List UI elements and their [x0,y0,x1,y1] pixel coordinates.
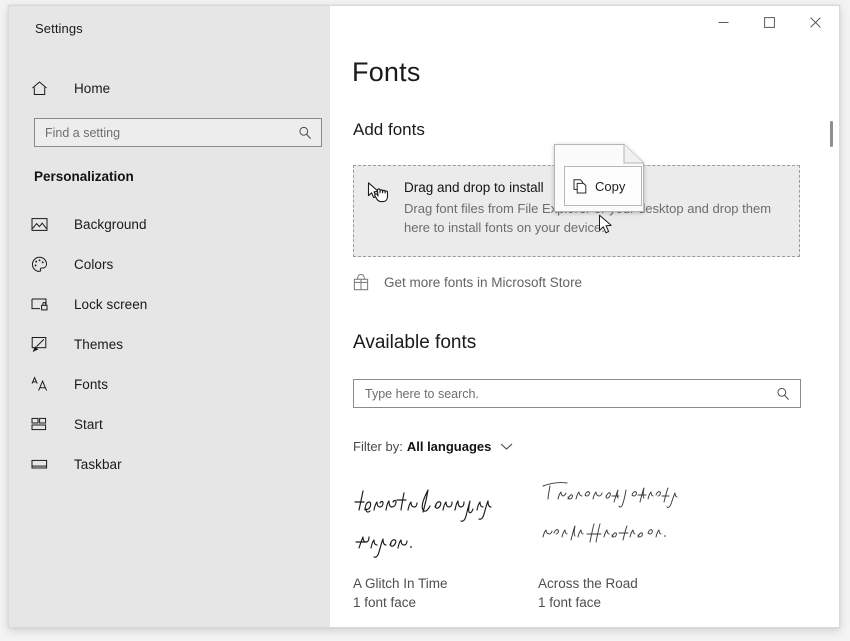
sidebar-item-fonts-label: Fonts [74,376,109,392]
home-icon [31,80,57,97]
search-icon[interactable] [298,126,312,140]
sidebar-item-background[interactable]: Background [9,204,330,244]
sidebar-category-label: Personalization [34,169,134,184]
font-card[interactable]: Across the Road 1 font face [538,474,723,612]
font-preview-sample [353,474,538,574]
filter-by-control[interactable]: Filter by: All languages [353,439,513,454]
content-pane: Fonts Add fonts Drag and drop to install… [330,6,839,627]
sidebar-item-colors-label: Colors [74,256,114,272]
start-tiles-icon [31,417,57,432]
window-controls [700,6,839,38]
font-card-faces: 1 font face [538,595,602,610]
available-fonts-heading: Available fonts [353,332,477,353]
minimize-button[interactable] [700,6,746,38]
sidebar-item-lock-screen-label: Lock screen [74,296,148,312]
store-link-label: Get more fonts in Microsoft Store [384,275,583,290]
font-icon [31,375,57,393]
sidebar-item-themes[interactable]: Themes [9,324,330,364]
sidebar-item-start[interactable]: Start [9,404,330,444]
sidebar-item-background-label: Background [74,216,147,232]
filter-by-value: All languages [406,439,492,454]
sidebar-item-taskbar-label: Taskbar [74,456,122,472]
scrollbar-thumb[interactable] [830,121,833,147]
sidebar-item-fonts[interactable]: Fonts [9,364,330,404]
font-preview-sample [538,474,723,574]
app-title: Settings [35,21,83,36]
font-card-grid: A Glitch In Time 1 font face Across the … [353,474,813,612]
filter-by-label: Filter by: [353,439,403,454]
dropzone-title: Drag and drop to install [404,180,544,195]
page-title: Fonts [352,57,421,87]
dropzone-subtitle: Drag font files from File Explorer or yo… [404,201,772,235]
maximize-button[interactable] [746,6,792,38]
sidebar-item-home-label: Home [74,80,111,96]
font-card-name: A Glitch In Time [353,576,448,591]
sidebar-item-taskbar[interactable]: Taskbar [9,444,330,484]
content-scrollbar[interactable] [825,6,839,627]
taskbar-icon [31,458,57,471]
palette-icon [31,256,57,273]
settings-window: Settings Home Find a setting Personaliza… [8,5,840,628]
font-card[interactable]: A Glitch In Time 1 font face [353,474,538,612]
font-card-name: Across the Road [538,576,638,591]
font-card-faces: 1 font face [353,595,417,610]
sidebar: Settings Home Find a setting Personaliza… [9,6,330,627]
microsoft-store-icon [353,274,371,291]
add-fonts-heading: Add fonts [353,120,425,139]
font-dropzone[interactable]: Drag and drop to install Drag font files… [353,165,800,257]
font-search-box[interactable]: Type here to search. [353,379,801,408]
sidebar-item-start-label: Start [74,416,103,432]
store-link[interactable]: Get more fonts in Microsoft Store [353,274,582,291]
sidebar-nav-list: Background Colors Lock screen Themes Fon… [9,204,330,484]
close-button[interactable] [792,6,839,38]
chevron-down-icon[interactable] [500,442,513,451]
sidebar-item-colors[interactable]: Colors [9,244,330,284]
brush-icon [31,336,57,353]
sidebar-search-placeholder: Find a setting [45,125,121,140]
lock-screen-icon [31,297,57,312]
search-icon[interactable] [776,387,790,401]
font-search-placeholder: Type here to search. [365,386,479,401]
drag-drop-cursor-icon [366,179,400,237]
picture-icon [31,217,57,232]
sidebar-item-themes-label: Themes [74,336,124,352]
sidebar-item-home[interactable]: Home [9,68,330,108]
sidebar-search-box[interactable]: Find a setting [34,118,322,147]
sidebar-item-lock-screen[interactable]: Lock screen [9,284,330,324]
